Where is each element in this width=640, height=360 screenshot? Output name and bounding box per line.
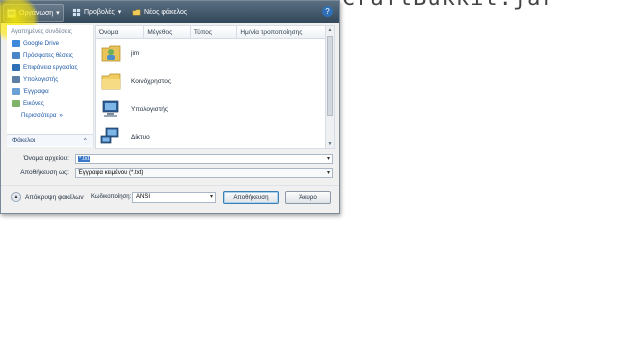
chevron-down-icon[interactable]: ▾ xyxy=(210,193,213,202)
column-header-type[interactable]: Τύπος xyxy=(191,26,238,38)
user-folder-icon xyxy=(101,45,121,62)
new-folder-icon xyxy=(132,9,141,15)
save-type-value: Έγγραφα κειμένου (*.txt) xyxy=(78,170,144,176)
computer-icon xyxy=(102,100,119,117)
item-name: jim xyxy=(131,49,140,57)
item-name: Κοινόχρηστος xyxy=(131,77,171,85)
views-button[interactable]: Προβολές ▾ xyxy=(69,4,124,20)
shared-folder-icon xyxy=(101,73,121,90)
list-item[interactable]: Υπολογιστής xyxy=(96,95,334,123)
scroll-down-icon[interactable]: ▼ xyxy=(326,140,334,148)
chevron-up-icon: ▲ xyxy=(11,192,21,202)
sidebar-more-label: Περισσότερα xyxy=(21,111,57,119)
sidebar-item-google-drive[interactable]: Google Drive xyxy=(7,37,93,49)
save-type-select[interactable]: Έγγραφα κειμένου (*.txt) ▾ xyxy=(75,168,333,178)
encoding-select[interactable]: ANSI ▾ xyxy=(132,192,216,203)
double-chevron-icon: » xyxy=(59,111,63,119)
column-header-modified[interactable]: Ημ/νία τροποποίησης xyxy=(237,26,334,38)
filename-label: Όνομα αρχείου: xyxy=(23,155,69,162)
column-header-name[interactable]: Όνομα xyxy=(96,26,145,38)
computer-icon xyxy=(12,75,20,83)
sidebar-item-label: Έγγραφα xyxy=(23,87,49,95)
hide-folders-button[interactable]: ▲ Απόκρυψη φακέλων xyxy=(11,192,84,202)
vertical-scrollbar[interactable]: ▲ ▼ xyxy=(325,26,334,148)
cancel-button[interactable]: Άκυρο xyxy=(285,191,331,204)
file-fields: Όνομα αρχείου: *.txt ▾ Αποθήκευση ως: Έγ… xyxy=(1,149,339,183)
chevron-up-icon: ⌃ xyxy=(82,137,88,145)
drive-icon xyxy=(12,39,20,47)
save-button[interactable]: Αποθήκευση xyxy=(223,191,279,204)
encoding-value: ANSI xyxy=(136,194,151,200)
filename-value: *.txt xyxy=(78,156,91,162)
sidebar-item-label: Εικόνες xyxy=(23,99,44,107)
column-header-size[interactable]: Μέγεθος xyxy=(144,26,191,38)
help-icon[interactable]: ? xyxy=(322,6,333,17)
list-item[interactable]: Δίκτυο xyxy=(96,123,334,148)
network-icon xyxy=(100,127,119,144)
folders-toggle[interactable]: Φάκελοι ⌃ xyxy=(7,134,93,146)
sidebar-item-label: Google Drive xyxy=(23,39,60,47)
sidebar-item-recent-places[interactable]: Πρόσφατες θέσεις xyxy=(7,49,93,61)
file-list-header: Όνομα Μέγεθος Τύπος Ημ/νία τροποποίησης xyxy=(96,26,334,39)
sidebar-item-label: Επιφάνεια εργασίας xyxy=(23,63,78,71)
save-as-dialog: Οργάνωση ▾ Προβολές ▾ Νέος φάκελος ? Αγα… xyxy=(0,0,340,214)
hide-folders-label: Απόκρυψη φακέλων xyxy=(25,193,84,201)
views-icon xyxy=(72,8,81,16)
folders-label: Φάκελοι xyxy=(12,137,36,144)
chevron-down-icon: ▾ xyxy=(117,9,122,16)
new-folder-label: Νέος φάκελος xyxy=(144,8,188,16)
encoding-label: Κωδικοποίηση: xyxy=(91,194,132,200)
item-name: Δίκτυο xyxy=(131,133,150,141)
item-name: Υπολογιστής xyxy=(131,105,169,113)
sidebar-item-desktop[interactable]: Επιφάνεια εργασίας xyxy=(7,61,93,73)
chevron-down-icon: ▾ xyxy=(56,10,60,17)
scroll-up-icon[interactable]: ▲ xyxy=(326,26,334,34)
file-list: Όνομα Μέγεθος Τύπος Ημ/νία τροποποίησης … xyxy=(95,25,335,149)
dialog-toolbar: Οργάνωση ▾ Προβολές ▾ Νέος φάκελος ? xyxy=(1,1,339,23)
sidebar-item-documents[interactable]: Έγγραφα xyxy=(7,85,93,97)
list-item[interactable]: jim xyxy=(96,39,334,67)
list-item[interactable]: Κοινόχρηστος xyxy=(96,67,334,95)
sidebar-item-pictures[interactable]: Εικόνες xyxy=(7,97,93,109)
chevron-down-icon[interactable]: ▾ xyxy=(327,169,330,178)
sidebar-item-label: Υπολογιστής xyxy=(23,75,59,83)
desktop-icon xyxy=(12,63,20,71)
sidebar-more-link[interactable]: Περισσότερα » xyxy=(7,109,93,121)
documents-icon xyxy=(12,87,20,95)
pictures-icon xyxy=(12,99,20,107)
favorites-group-label: Αγαπημένες συνδέσεις xyxy=(11,29,72,35)
dialog-footer: ▲ Απόκρυψη φακέλων Κωδικοποίηση: ANSI ▾ … xyxy=(1,185,339,214)
sidebar-item-label: Πρόσφατες θέσεις xyxy=(23,51,73,59)
filename-input[interactable]: *.txt ▾ xyxy=(75,154,333,164)
chevron-down-icon[interactable]: ▾ xyxy=(327,155,330,164)
sidebar-item-computer[interactable]: Υπολογιστής xyxy=(7,73,93,85)
new-folder-button[interactable]: Νέος φάκελος xyxy=(129,4,190,20)
navigation-pane: Αγαπημένες συνδέσεις Google Drive Πρόσφα… xyxy=(7,25,94,147)
views-label: Προβολές xyxy=(84,8,115,16)
recent-places-icon xyxy=(12,51,20,59)
scrollbar-thumb[interactable] xyxy=(327,36,333,116)
save-type-label: Αποθήκευση ως: xyxy=(20,169,69,176)
